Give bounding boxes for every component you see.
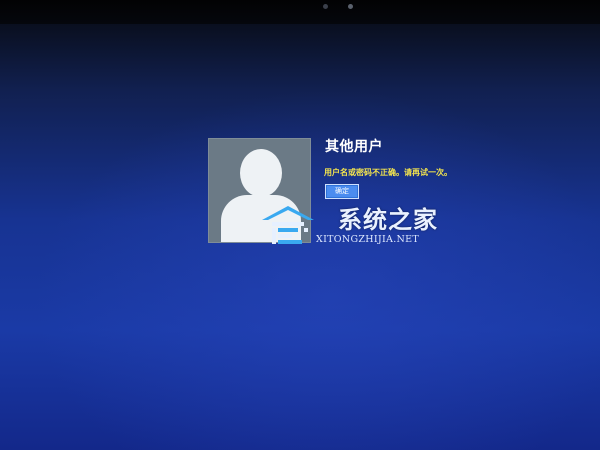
user-silhouette-icon xyxy=(240,149,282,197)
watermark-title: 系统之家 xyxy=(338,206,438,234)
username-label: 其他用户 xyxy=(325,139,383,155)
monitor-bezel xyxy=(0,0,600,24)
lock-screen: 其他用户 用户名或密码不正确。请再试一次。 确定 系统之家 XITONGZHIJ… xyxy=(0,0,600,450)
site-watermark: 系统之家 XITONGZHIJIA.NET xyxy=(258,196,458,252)
bezel-sensor-icon xyxy=(323,4,328,9)
bezel-camera-icon xyxy=(348,4,353,9)
house-logo-icon xyxy=(262,206,314,244)
login-error-message: 用户名或密码不正确。请再试一次。 xyxy=(324,168,452,177)
watermark-subtitle: XITONGZHIJIA.NET xyxy=(316,234,420,245)
